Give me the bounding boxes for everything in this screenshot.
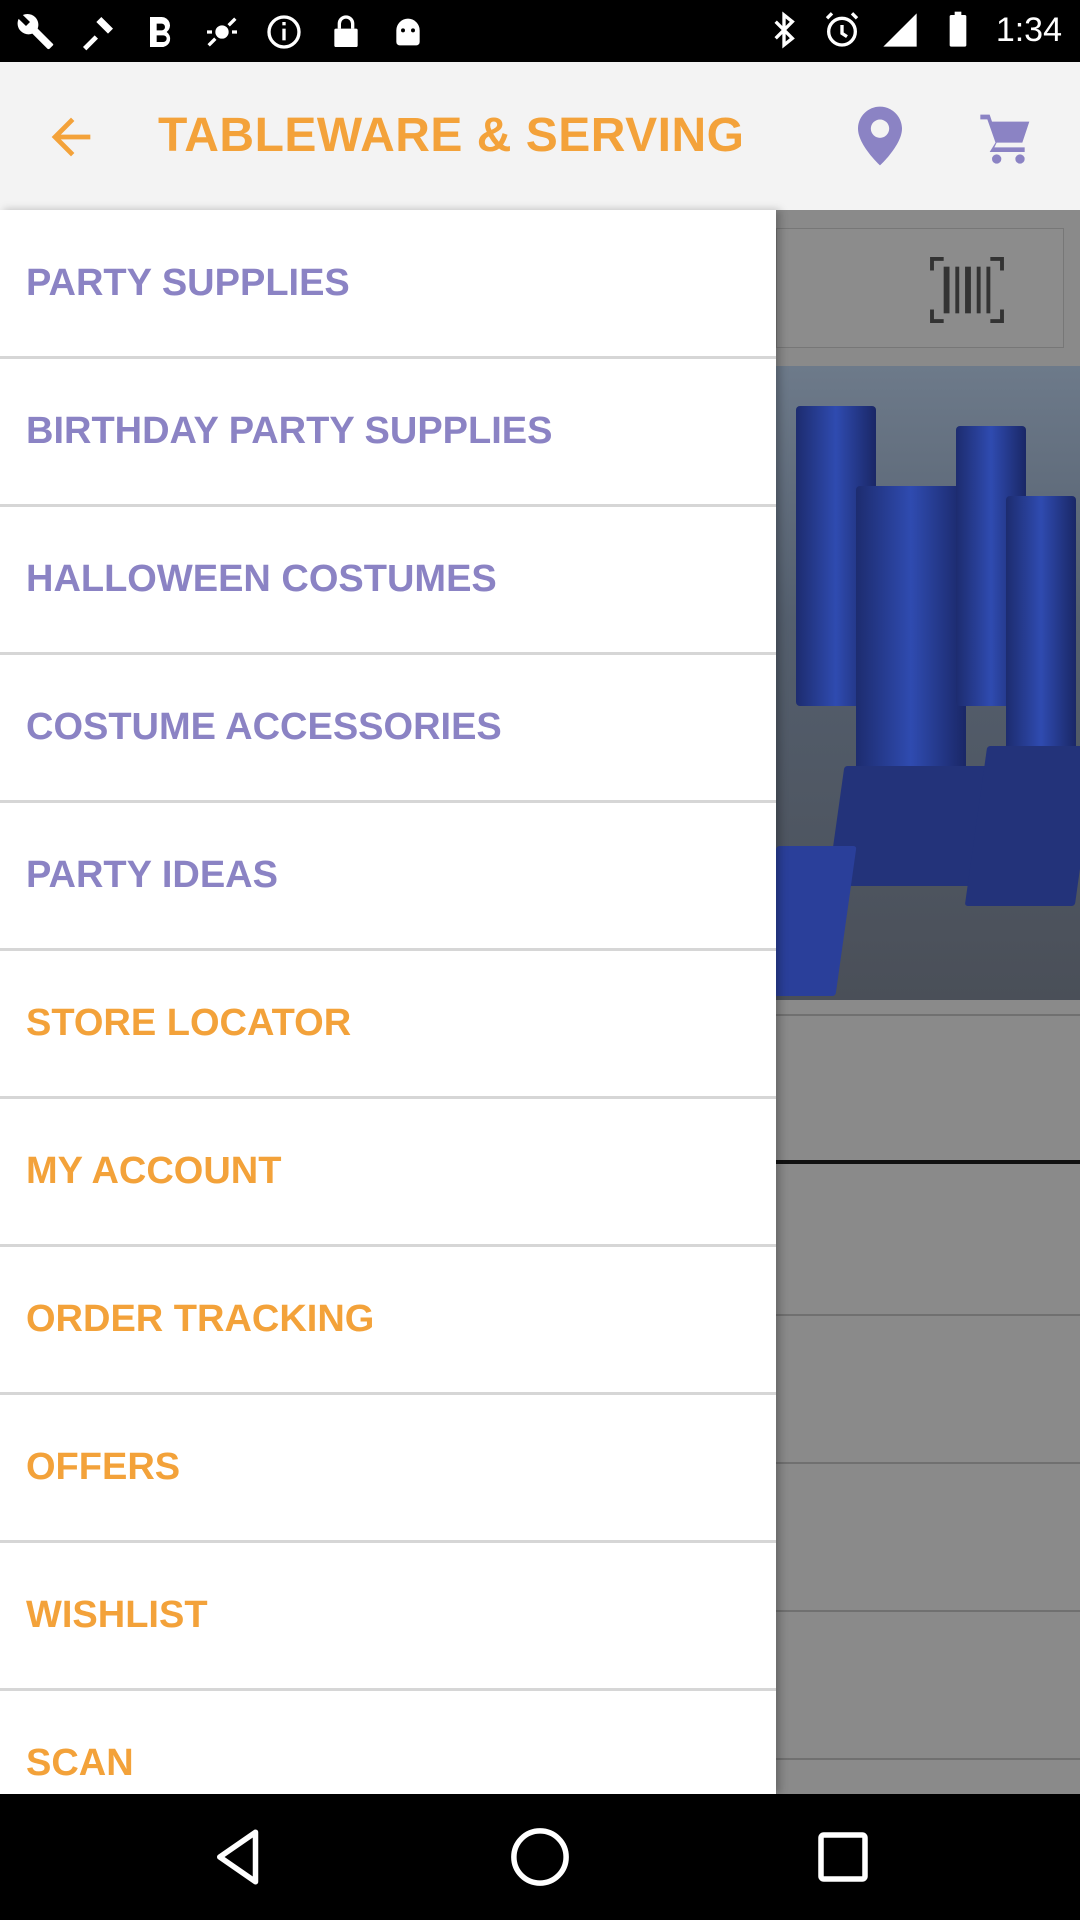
wrench-icon [17,13,54,50]
fake-gps-icon [207,17,237,47]
drawer-item-order-tracking[interactable]: ORDER TRACKING [0,1246,776,1395]
bluetooth-icon [774,11,795,49]
drawer-item-party-ideas[interactable]: PARTY IDEAS [0,802,776,951]
drawer-item-label: HALLOWEEN COSTUMES [26,558,497,600]
barcode-scan-box [776,228,1064,348]
recents-square-icon[interactable] [810,1824,876,1890]
drawer-item-scan[interactable]: SCAN [0,1690,776,1794]
drawer-item-label: WISHLIST [26,1594,208,1636]
drawer-item-party-supplies[interactable]: PARTY SUPPLIES [0,210,776,359]
drawer-item-wishlist[interactable]: WISHLIST [0,1542,776,1691]
page-title: TABLEWARE & SERVING [158,109,745,162]
back-triangle-icon[interactable] [206,1824,272,1890]
drawer-item-label: SCAN [26,1742,134,1784]
info-icon [267,15,301,49]
drawer-item-label: STORE LOCATOR [26,1002,352,1044]
location-pin-icon[interactable] [858,106,902,166]
signal-icon [883,13,917,47]
bold-b-icon [150,17,171,47]
tool-icon [83,17,113,51]
drawer-item-costume-accessories[interactable]: COSTUME ACCESSORIES [0,654,776,803]
battery-icon [949,11,967,47]
drawer-item-store-locator[interactable]: STORE LOCATOR [0,950,776,1099]
drawer-item-label: COSTUME ACCESSORIES [26,706,502,748]
product-hero-image [776,366,1080,1000]
drawer-item-halloween-costumes[interactable]: HALLOWEEN COSTUMES [0,506,776,655]
status-time: 1:34 [995,11,1062,49]
drawer-item-offers[interactable]: OFFERS [0,1394,776,1543]
drawer-item-my-account[interactable]: MY ACCOUNT [0,1098,776,1247]
android-icon [396,18,420,46]
app-bar: TABLEWARE & SERVING [0,62,1080,210]
cart-icon[interactable] [978,110,1034,166]
drawer-item-label: OFFERS [26,1446,181,1488]
drawer-item-label: PARTY IDEAS [26,854,278,896]
drawer-item-label: MY ACCOUNT [26,1150,282,1192]
status-bar: 1:34 [0,0,1080,62]
drawer-item-label: BIRTHDAY PARTY SUPPLIES [26,410,553,452]
drawer-item-birthday-party-supplies[interactable]: BIRTHDAY PARTY SUPPLIES [0,358,776,507]
drawer-item-label: ORDER TRACKING [26,1298,375,1340]
alarm-icon [825,12,858,47]
navigation-drawer: PARTY SUPPLIES BIRTHDAY PARTY SUPPLIES H… [0,210,776,1794]
back-arrow-icon[interactable] [42,108,100,166]
barcode-icon [930,256,1004,324]
home-circle-icon[interactable] [507,1824,573,1890]
system-nav-bar [0,1794,1080,1920]
drawer-item-label: PARTY SUPPLIES [26,262,350,304]
lock-icon [334,15,358,47]
